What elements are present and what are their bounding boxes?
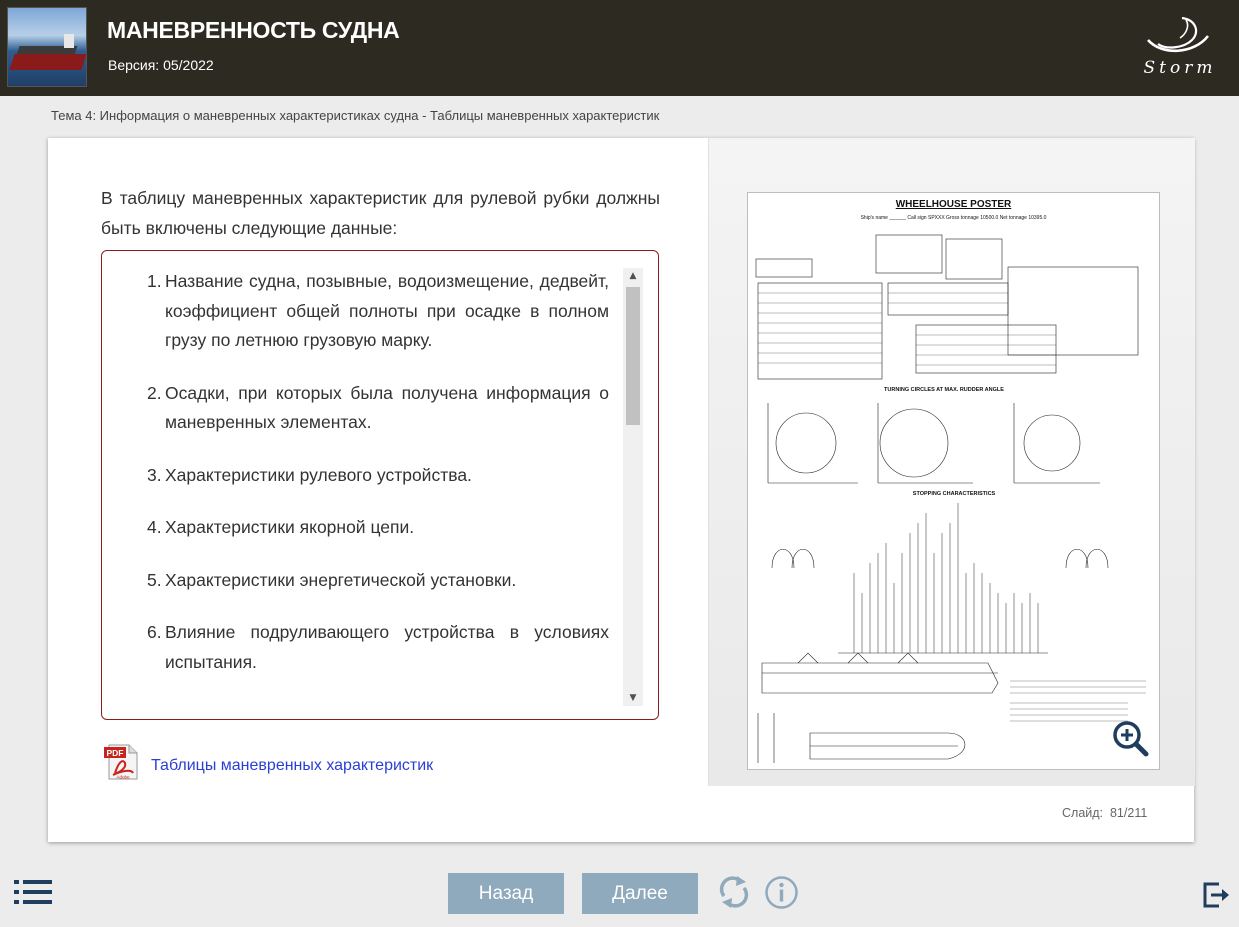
requirements-list: 1. Название судна, позывные, водоизмещени… — [147, 267, 609, 700]
pdf-link-label[interactable]: Таблицы маневренных характеристик — [151, 757, 433, 775]
exit-icon[interactable] — [1202, 880, 1230, 908]
scroll-up-arrow-icon[interactable]: ▲ — [623, 268, 643, 284]
svg-text:PDF: PDF — [107, 748, 124, 758]
back-button[interactable]: Назад — [448, 873, 564, 914]
scrollable-list-box[interactable]: 1. Название судна, позывные, водоизмещени… — [101, 250, 659, 720]
scrollbar-thumb[interactable] — [626, 287, 640, 425]
slide-counter: Слайд: 81/211 — [1062, 806, 1148, 820]
slide-intro-text: В таблицу маневренных характеристик для … — [101, 188, 660, 238]
info-icon[interactable] — [764, 875, 799, 910]
breadcrumb: Тема 4: Информация о маневренных характе… — [51, 108, 660, 123]
svg-text:TURNING CIRCLES AT MAX. RUDDER: TURNING CIRCLES AT MAX. RUDDER ANGLE — [884, 387, 1004, 393]
slide-card: В таблицу маневренных характеристик для … — [48, 138, 1195, 842]
next-button[interactable]: Далее — [582, 873, 698, 914]
list-item: 1. Название судна, позывные, водоизмещени… — [147, 271, 609, 350]
course-version: Версия: 05/2022 — [108, 57, 214, 73]
wheelhouse-poster-image[interactable]: WHEELHOUSE POSTER Ship's name ______ Cal… — [747, 192, 1160, 770]
reload-icon[interactable] — [716, 874, 752, 910]
scroll-down-arrow-icon[interactable]: ▼ — [623, 690, 643, 706]
pdf-download-link[interactable]: PDF Adobe Таблицы маневренных характерис… — [103, 743, 463, 783]
zoom-in-icon[interactable] — [1110, 718, 1150, 758]
list-item: 2. Осадки, при которых была получена инфо… — [147, 382, 609, 433]
list-item: 6. Влияние подруливающего устройства в ус… — [147, 622, 609, 672]
storm-logo-text: Storm — [1143, 58, 1217, 78]
list-scrollbar[interactable]: ▲ ▼ — [623, 268, 643, 706]
menu-list-icon[interactable] — [14, 880, 52, 904]
pdf-file-icon[interactable]: PDF Adobe — [103, 743, 141, 781]
poster-drawing: TURNING CIRCLES AT MAX. RUDDER ANGLE STO… — [755, 234, 1146, 763]
svg-text:Adobe: Adobe — [116, 775, 130, 780]
list-item: 4. Характеристики якорной цепи. — [147, 517, 415, 537]
list-item: 3. Характеристики рулевого устройства. — [147, 464, 472, 485]
list-item: 5. Характеристики энергетической установк… — [147, 569, 517, 590]
course-thumbnail-image — [7, 7, 87, 87]
course-title: МАНЕВРЕННОСТЬ СУДНА — [107, 17, 400, 43]
app-header: МАНЕВРЕННОСТЬ СУДНА Версия: 05/2022 Stor… — [0, 0, 1239, 96]
poster-preview-panel: WHEELHOUSE POSTER Ship's name ______ Cal… — [708, 138, 1195, 786]
svg-text:STOPPING CHARACTERISTICS: STOPPING CHARACTERISTICS — [913, 491, 996, 497]
